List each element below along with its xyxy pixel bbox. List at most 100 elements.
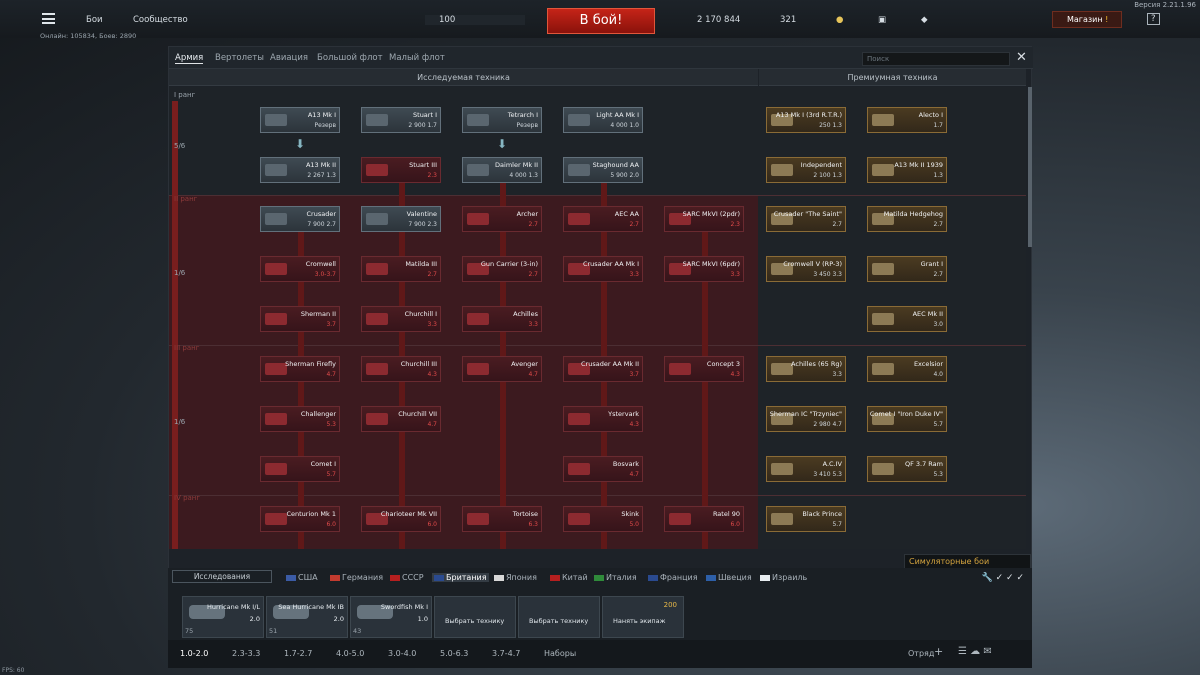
br-tab-5[interactable]: 5.0-6.3 xyxy=(440,649,468,658)
tab-coastal[interactable]: Малый флот xyxy=(389,53,445,63)
vehicle-card-cromwell5[interactable]: Cromwell V (RP-3) 3 450 3.3 xyxy=(766,256,846,282)
silver-lions[interactable]: 2 170 844 xyxy=(697,15,740,25)
vehicle-card-churchill1[interactable]: Churchill I 3.3 xyxy=(361,306,441,332)
vehicle-card-staghound[interactable]: Staghound AA 5 900 2.0 xyxy=(563,157,643,183)
vehicle-card-centurion[interactable]: Centurion Mk 1 6.0 xyxy=(260,506,340,532)
crew-slot-0[interactable]: Hurricane Mk I/L 2.0 75 xyxy=(182,596,264,638)
nation-tab-1[interactable]: Германия xyxy=(330,573,383,582)
vehicle-card-gun-carrier[interactable]: Gun Carrier (3-in) 2.7 xyxy=(462,256,542,282)
br-tab-3[interactable]: 4.0-5.0 xyxy=(336,649,364,658)
plus-icon[interactable]: + xyxy=(934,645,943,658)
vehicle-card-a13-rtr[interactable]: A13 Mk I (3rd R.T.R.) 250 1.3 xyxy=(766,107,846,133)
vehicle-card-trzyniec[interactable]: Sherman IC "Trzyniec" 2 980 4.7 xyxy=(766,406,846,432)
vehicle-card-aec2[interactable]: AEC Mk II 3.0 xyxy=(867,306,947,332)
nation-tab-4[interactable]: Япония xyxy=(494,573,537,582)
vehicle-card-crusader[interactable]: Crusader 7 900 2.7 xyxy=(260,206,340,232)
vehicle-card-firefly[interactable]: Sherman Firefly 4.7 xyxy=(260,356,340,382)
vehicle-card-tortoise[interactable]: Tortoise 6.3 xyxy=(462,506,542,532)
wrench-icon[interactable]: 🔧 ✓ ✓ ✓ xyxy=(982,573,1024,583)
vehicle-card-a13-mk1[interactable]: A13 Mk I Резерв xyxy=(260,107,340,133)
nation-tab-5[interactable]: Китай xyxy=(550,573,588,582)
crew-slot-action-1[interactable]: Выбрать технику xyxy=(518,596,600,638)
vehicle-card-light-aa[interactable]: Light AA Mk I 4 000 1.0 xyxy=(563,107,643,133)
nation-tab-2[interactable]: СССР xyxy=(390,573,424,582)
br-tab-1[interactable]: 2.3-3.3 xyxy=(232,649,260,658)
vehicle-card-black-prince[interactable]: Black Prince 5.7 xyxy=(766,506,846,532)
br-tab-2[interactable]: 1.7-2.7 xyxy=(284,649,312,658)
lightbulb-icon[interactable]: ● xyxy=(836,15,843,25)
research-button[interactable]: Исследования xyxy=(172,570,272,583)
close-icon[interactable]: ✕ xyxy=(1016,51,1027,64)
vehicle-card-daimler[interactable]: Daimler Mk II 4 000 1.3 xyxy=(462,157,542,183)
to-battle-button[interactable]: В бой! xyxy=(547,8,655,34)
crew-slot-2[interactable]: Swordfish Mk I 1.0 43 xyxy=(350,596,432,638)
vehicle-card-a13-1939[interactable]: A13 Mk II 1939 1.3 xyxy=(867,157,947,183)
vehicle-card-sherman2[interactable]: Sherman II 3.7 xyxy=(260,306,340,332)
tab-aviation[interactable]: Авиация xyxy=(270,53,308,63)
vehicle-card-comet[interactable]: Comet I 5.7 xyxy=(260,456,340,482)
vehicle-card-qf-ram[interactable]: QF 3.7 Ram 5.3 xyxy=(867,456,947,482)
vehicle-card-stuart3[interactable]: Stuart III 2.3 xyxy=(361,157,441,183)
vehicle-card-ratel[interactable]: Ratel 90 6.0 xyxy=(664,506,744,532)
vehicle-card-iron-duke[interactable]: Comet I "Iron Duke IV" 5.7 xyxy=(867,406,947,432)
tab-bluewater[interactable]: Большой флот xyxy=(317,53,383,63)
vehicle-card-churchill3[interactable]: Churchill III 4.3 xyxy=(361,356,441,382)
vehicle-card-a13-mk2[interactable]: A13 Mk II 2 267 1.3 xyxy=(260,157,340,183)
br-tab-0[interactable]: 1.0-2.0 xyxy=(180,649,208,658)
nation-tab-3[interactable]: Британия xyxy=(432,573,489,582)
vehicle-card-saint[interactable]: Crusader "The Saint" 2.7 xyxy=(766,206,846,232)
vehicle-card-charioteer[interactable]: Charioteer Mk VII 6.0 xyxy=(361,506,441,532)
nation-tab-8[interactable]: Швеция xyxy=(706,573,752,582)
tab-helicopters[interactable]: Вертолеты xyxy=(215,53,264,63)
crew-slot-action-2[interactable]: Нанять экипаж 200 xyxy=(602,596,684,638)
vehicle-card-crusader-aa2[interactable]: Crusader AA Mk II 3.7 xyxy=(563,356,643,382)
vehicle-card-ystervark[interactable]: Ystervark 4.3 xyxy=(563,406,643,432)
game-mode-select[interactable]: Симуляторные бои xyxy=(904,554,1031,569)
vehicle-card-achilles[interactable]: Achilles 3.3 xyxy=(462,306,542,332)
nation-tab-6[interactable]: Италия xyxy=(594,573,637,582)
nav-battles[interactable]: Бои xyxy=(86,15,103,25)
vehicle-card-churchill7[interactable]: Churchill VII 4.7 xyxy=(361,406,441,432)
search-input[interactable]: Поиск xyxy=(862,52,1010,66)
nav-community[interactable]: Сообщество xyxy=(133,15,188,25)
vehicle-card-aec-aa[interactable]: AEC AA 2.7 xyxy=(563,206,643,232)
nation-tab-9[interactable]: Израиль xyxy=(760,573,807,582)
vehicle-card-grant1[interactable]: Grant I 2.7 xyxy=(867,256,947,282)
shop-button[interactable]: Магазин ! xyxy=(1052,11,1122,28)
vehicle-card-matilda3[interactable]: Matilda III 2.7 xyxy=(361,256,441,282)
scrollbar[interactable] xyxy=(1028,87,1032,247)
nation-tab-7[interactable]: Франция xyxy=(648,573,698,582)
vehicle-card-hedgehog[interactable]: Matilda Hedgehog 2.7 xyxy=(867,206,947,232)
vehicle-card-concept3[interactable]: Concept 3 4.3 xyxy=(664,356,744,382)
vehicle-card-cromwell[interactable]: Cromwell 3.0-3.7 xyxy=(260,256,340,282)
vehicle-card-skink[interactable]: Skink 5.0 xyxy=(563,506,643,532)
vehicle-card-stuart1[interactable]: Stuart I 2 900 1.7 xyxy=(361,107,441,133)
tab-army[interactable]: Армия xyxy=(175,53,204,64)
vehicle-card-alecto[interactable]: Alecto I 1.7 xyxy=(867,107,947,133)
vehicle-card-bosvark[interactable]: Bosvark 4.7 xyxy=(563,456,643,482)
vehicle-card-independent[interactable]: Independent 2 100 1.3 xyxy=(766,157,846,183)
vehicle-card-avenger[interactable]: Avenger 4.7 xyxy=(462,356,542,382)
squad-label[interactable]: Отряд xyxy=(908,649,934,658)
menu-icon[interactable] xyxy=(42,13,55,24)
vehicle-card-sarc6[interactable]: SARC MkVI (6pdr) 3.3 xyxy=(664,256,744,282)
vehicle-card-challenger[interactable]: Challenger 5.3 xyxy=(260,406,340,432)
player-level[interactable]: 100 xyxy=(425,15,525,25)
vehicle-card-excelsior[interactable]: Excelsior 4.0 xyxy=(867,356,947,382)
ticket-icon[interactable]: ◆ xyxy=(921,15,928,25)
vehicle-card-archer[interactable]: Archer 2.7 xyxy=(462,206,542,232)
vehicle-card-valentine[interactable]: Valentine 7 900 2.3 xyxy=(361,206,441,232)
br-tab-4[interactable]: 3.0-4.0 xyxy=(388,649,416,658)
br-tab-6[interactable]: 3.7-4.7 xyxy=(492,649,520,658)
help-button[interactable]: ? xyxy=(1147,13,1160,25)
vehicle-card-aciv[interactable]: A.C.IV 3 410 5.3 xyxy=(766,456,846,482)
crew-slot-1[interactable]: Sea Hurricane Mk IB 2.0 51 xyxy=(266,596,348,638)
crew-slot-action-0[interactable]: Выбрать технику xyxy=(434,596,516,638)
br-tab-7[interactable]: Наборы xyxy=(544,649,576,658)
vehicle-card-sarc2[interactable]: SARC MkVI (2pdr) 2.3 xyxy=(664,206,744,232)
golden-eagles[interactable]: 321 xyxy=(780,15,796,25)
vehicle-card-tetrarch[interactable]: Tetrarch I Резерв xyxy=(462,107,542,133)
wheel-icon[interactable]: ▣ xyxy=(878,15,886,25)
nation-tab-0[interactable]: США xyxy=(286,573,318,582)
list-icon[interactable]: ☰ ☁ ✉ xyxy=(958,646,992,657)
